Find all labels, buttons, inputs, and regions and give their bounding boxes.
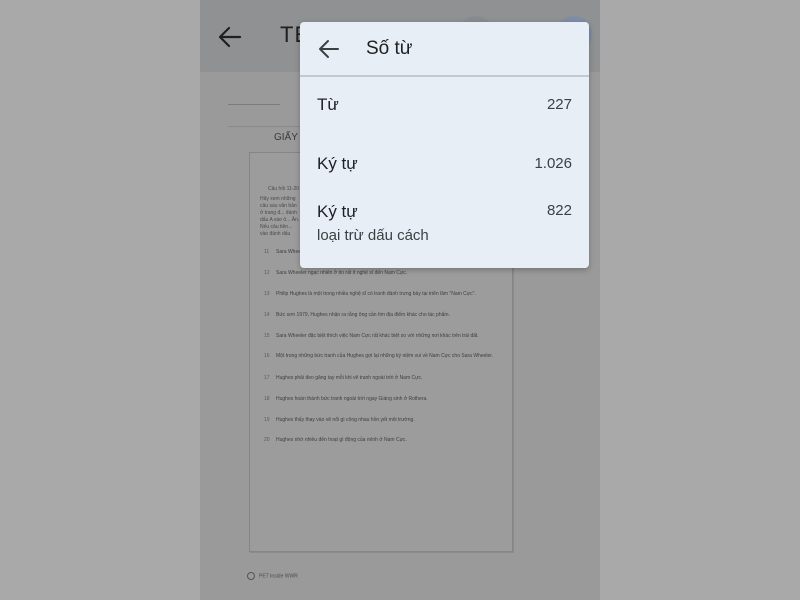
statement-item: 12 Sara Wheeler ngạc nhiên ở tín rất ít n… [264,270,408,276]
character-count-label: Ký tự [317,154,358,173]
dialog-header: Số từ [300,22,589,76]
character-no-space-sublabel: loại trừ dấu cách [317,227,429,244]
arrow-left-icon[interactable] [318,39,340,59]
statement-item: 20 Hughes nhớ nhiều đến hoạt gì động của … [264,437,407,443]
intro-text: Hãy xem những câu sau văn bản ở trang đ.… [260,196,300,237]
statement-item: 17 Hughes phải đeo găng tay mỗi khi vẽ tr… [264,375,423,381]
statement-item: 13 Philip Hughes là một trong nhiều nghệ … [264,291,476,297]
word-count-value: 227 [546,96,572,113]
question-label: Câu hỏi 11-20 [268,186,300,192]
screenshot-stage: TE GIẤY 1: Câu hỏi 11-20 Hãy xem những c… [0,0,800,600]
character-count-value: 1.026 [534,155,572,172]
statement-item: 14 Bức sơn 1979, Hughes nhận ra rằng ông … [264,312,450,318]
document-divider [228,104,280,105]
statement-item: 16 Một trong những bức tranh của Hughes g… [264,353,494,359]
back-arrow-icon[interactable] [218,26,242,48]
footer-logo-icon [247,572,255,580]
character-no-space-value: 822 [546,202,572,219]
word-count-dialog: Số từ Từ 227 Ký tự 1.026 Ký tự 822 loại … [300,22,589,268]
statement-item: 19 Hughes thấy thay vào vẽ nổi gì công nh… [264,417,415,423]
document-footer: PET Inside WWR [247,572,298,580]
statement-item: 18 Hughes hoàn thành bức tranh ngoài trời… [264,396,428,402]
dialog-divider [300,75,589,77]
character-no-space-label: Ký tự [317,202,358,221]
word-count-label: Từ [317,95,339,114]
dialog-title: Số từ [366,38,413,59]
statement-item: 15 Sara Wheeler đặc biệt thích việc Nam C… [264,333,479,339]
